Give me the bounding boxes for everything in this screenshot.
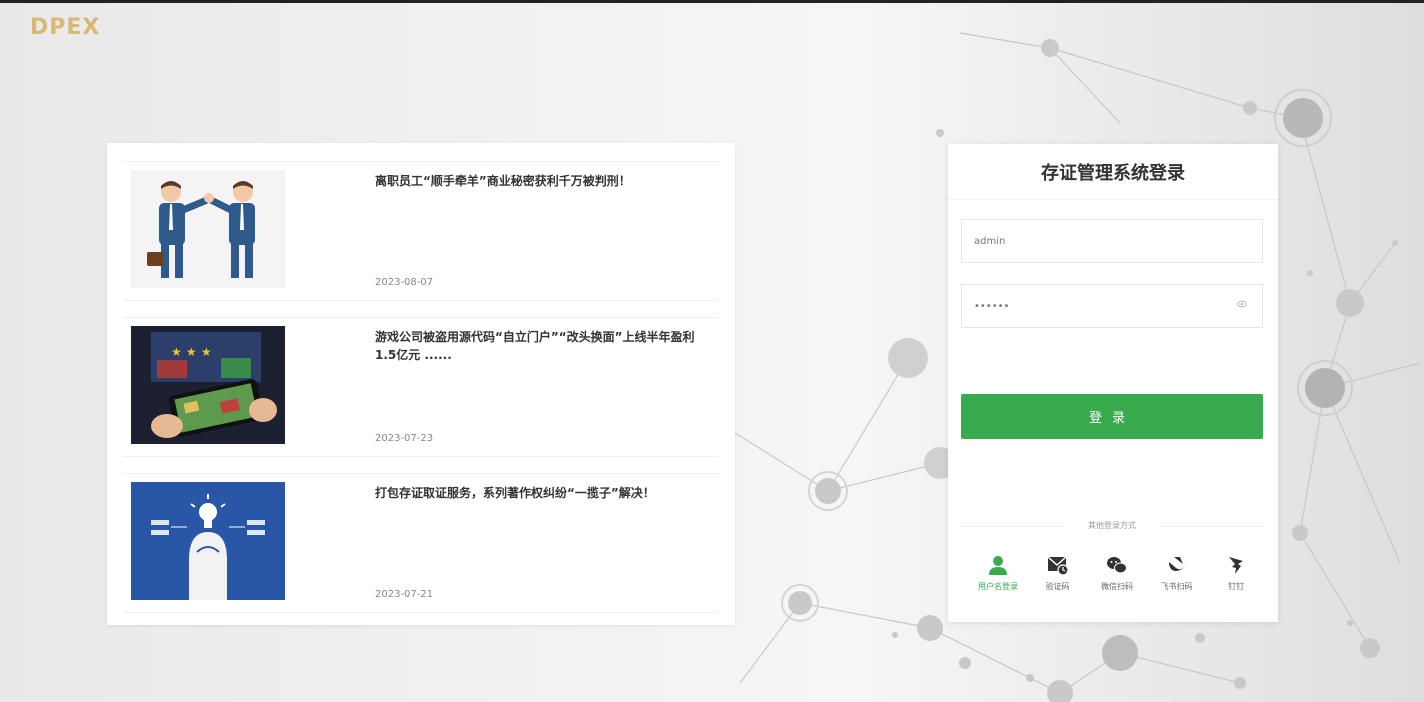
eye-icon[interactable] [1237, 299, 1247, 309]
login-methods: 用户名登录 验证码 微信扫码 飞书扫码 钉钉 [972, 554, 1262, 592]
news-item[interactable]: ★ ★ ★ 游戏公司被盗用源代码“自立门户”“改头换面”上线半年盈利1.5亿元 … [123, 317, 719, 457]
news-title[interactable]: 离职员工“顺手牵羊”商业秘密获利千万被判刑！ [375, 170, 711, 190]
news-date: 2023-07-23 [375, 433, 434, 444]
other-login-label: 其他登录方式 [961, 520, 1263, 531]
feishu-icon [1168, 557, 1186, 571]
method-label: 验证码 [1045, 582, 1070, 591]
user-icon [989, 556, 1007, 575]
news-title[interactable]: 打包存证取证服务，系列著作权纠纷“一揽子”解决！ [375, 482, 711, 502]
sms-code-icon [1047, 556, 1069, 576]
news-panel: 离职员工“顺手牵羊”商业秘密获利千万被判刑！ 2023-08-07 ★ ★ ★ [107, 143, 735, 625]
mobile-game-image: ★ ★ ★ [131, 326, 285, 444]
method-username-login[interactable]: 用户名登录 [972, 554, 1024, 592]
news-item[interactable]: 打包存证取证服务，系列著作权纠纷“一揽子”解决！ 2023-07-21 [123, 473, 719, 613]
method-sms-code[interactable]: 验证码 [1032, 554, 1084, 592]
news-title[interactable]: 游戏公司被盗用源代码“自立门户”“改头换面”上线半年盈利1.5亿元 ...... [375, 326, 711, 364]
svg-text:★ ★ ★: ★ ★ ★ [171, 345, 212, 359]
password-input[interactable] [961, 284, 1263, 328]
method-wechat[interactable]: 微信扫码 [1091, 554, 1143, 592]
login-card: 存证管理系统登录 登录 其他登录方式 用户名登录 验证码 [948, 144, 1278, 622]
dingtalk-icon [1229, 557, 1243, 574]
lightbulb-head-image [131, 482, 285, 600]
method-label: 微信扫码 [1101, 582, 1133, 591]
handshake-image [131, 170, 285, 288]
method-label: 钉钉 [1228, 582, 1244, 591]
method-dingtalk[interactable]: 钉钉 [1210, 554, 1262, 592]
username-input[interactable] [961, 219, 1263, 263]
method-label: 用户名登录 [978, 582, 1018, 591]
brand-logo: DPEX [30, 15, 101, 40]
login-button[interactable]: 登录 [961, 394, 1263, 439]
news-date: 2023-07-21 [375, 589, 434, 600]
login-title: 存证管理系统登录 [948, 144, 1278, 200]
news-item[interactable]: 离职员工“顺手牵羊”商业秘密获利千万被判刑！ 2023-08-07 [123, 161, 719, 301]
method-feishu[interactable]: 飞书扫码 [1151, 554, 1203, 592]
method-label: 飞书扫码 [1160, 582, 1193, 591]
news-date: 2023-08-07 [375, 277, 434, 288]
wechat-icon [1107, 557, 1127, 574]
